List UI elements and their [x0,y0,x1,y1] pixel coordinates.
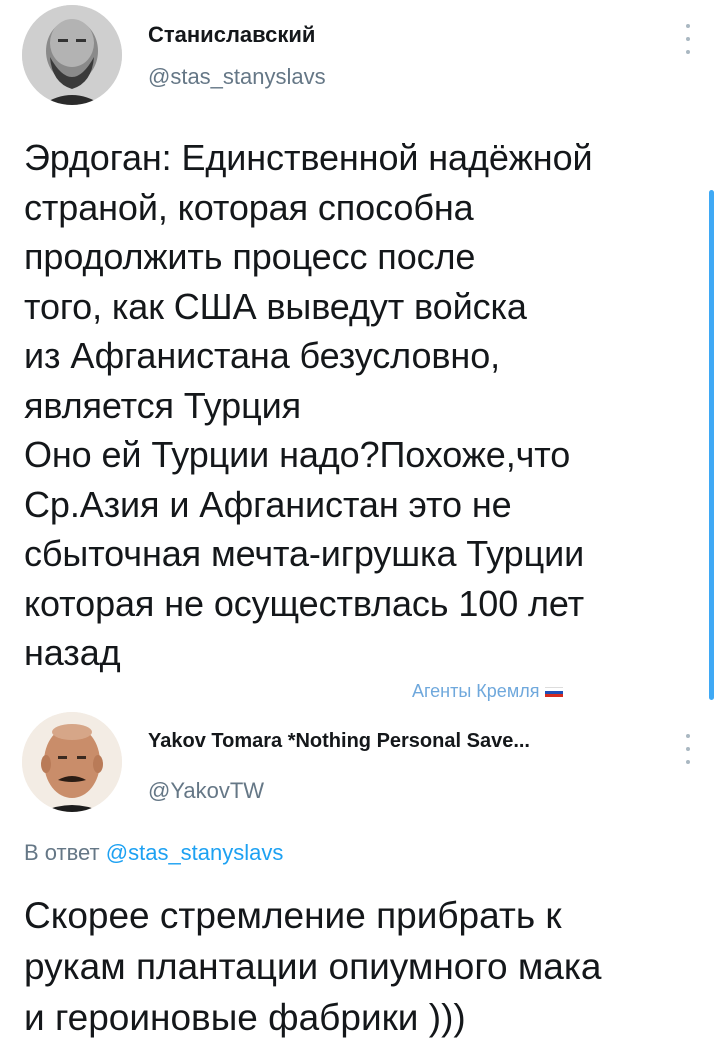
display-name[interactable]: Станиславский [148,22,315,48]
tweet-text: Эрдоган: Единственной надёжной страной, … [24,137,593,673]
display-name[interactable]: Yakov Tomara *Nothing Personal Save... [148,730,530,753]
russian-flag-icon [545,686,564,698]
reply-prefix: В ответ [24,840,100,865]
watermark-text: Агенты Кремля [412,681,540,701]
user-handle[interactable]: @stas_stanyslavs [148,64,326,90]
profile-photo-man-mustache [22,712,122,812]
reply-handle-link[interactable]: @stas_stanyslavs [106,840,284,865]
user-handle[interactable]: @YakovTW [148,778,264,804]
avatar[interactable] [22,712,122,812]
watermark: Агенты Кремля [412,681,564,702]
tweet-text: Скорее стремление прибрать к рукам плант… [24,895,602,1038]
profile-photo-bearded-man [22,5,122,105]
vertical-ellipsis-icon[interactable] [682,24,694,54]
reply-to-line: В ответ @stas_stanyslavs [24,840,283,866]
tweet-reply: Yakov Tomara *Nothing Personal Save... @… [0,700,720,1046]
avatar[interactable] [22,5,122,105]
tweet-original: Станиславский @stas_stanyslavs Эрдоган: … [0,0,720,702]
vertical-ellipsis-icon[interactable] [682,734,694,764]
